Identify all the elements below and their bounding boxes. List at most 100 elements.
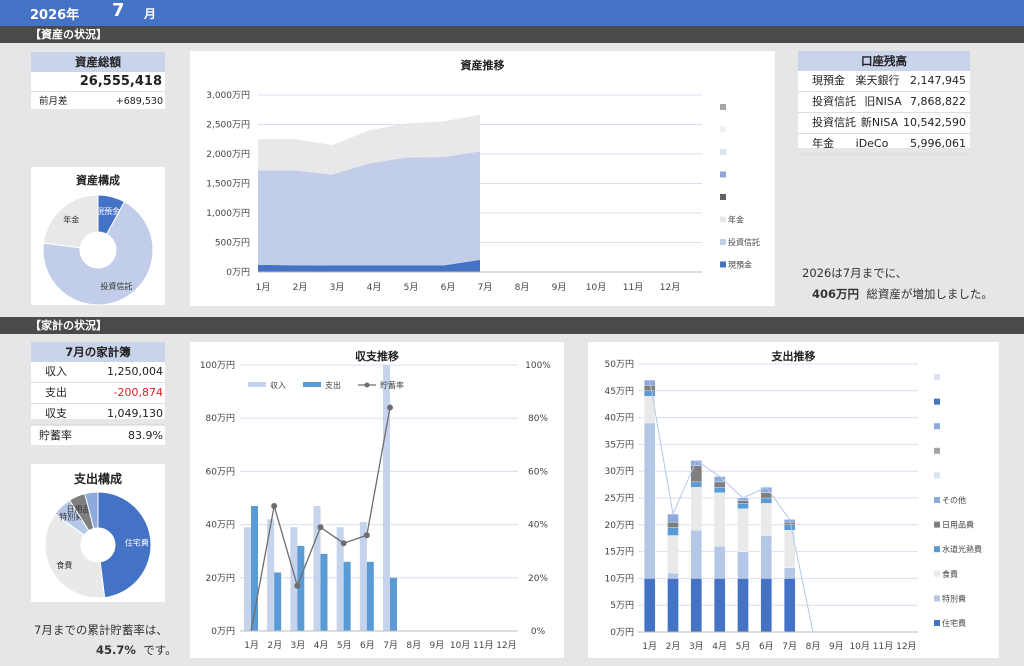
x-tick: 8月	[806, 641, 821, 652]
expense-segment	[784, 578, 796, 633]
expense-segment	[714, 476, 726, 483]
account-row: 投資信託 新NISA 10,542,590	[798, 113, 970, 134]
section-assets: 【資産の状況】	[0, 26, 1024, 43]
expense-composition-title: 支出構成	[73, 472, 122, 486]
expense-segment	[784, 524, 796, 531]
y-tick: 0万円	[226, 267, 250, 278]
legend-marker	[364, 382, 370, 388]
household-row: 支出 -200,874	[31, 383, 165, 404]
legend-swatch	[720, 126, 726, 133]
y-tick: 60万円	[206, 466, 235, 477]
y-tick: 3,000万円	[206, 90, 250, 101]
x-tick: 6月	[360, 640, 375, 651]
expense-pie-chart: 住宅費食費特別費日用品費	[44, 491, 152, 599]
account-name: 楽天銀行	[855, 74, 900, 87]
y2-tick: 40%	[528, 521, 548, 531]
legend-swatch	[720, 194, 726, 200]
x-tick: 9月	[430, 640, 445, 651]
expense-segment	[714, 546, 726, 579]
pie-label-0: 住宅費	[125, 538, 149, 548]
y2-tick: 0%	[531, 627, 546, 637]
y-tick: 10万円	[605, 573, 634, 584]
legend-swatch	[720, 171, 726, 178]
x-tick: 5月	[404, 282, 419, 293]
expense-segment	[760, 497, 772, 504]
expense-bar	[343, 561, 351, 631]
x-tick: 8月	[406, 640, 421, 651]
expense-segment	[644, 385, 656, 391]
y-tick: 20万円	[605, 520, 634, 531]
x-tick: 7月	[478, 282, 493, 293]
y-tick: 45万円	[605, 386, 634, 397]
legend-label: 貯蓄率	[380, 380, 404, 390]
account-amount: 5,996,061	[910, 137, 966, 150]
expense-segment	[737, 578, 749, 633]
section-household-title: 【家計の状況】	[30, 319, 107, 332]
expense-segment	[784, 567, 796, 579]
account-amount: 7,868,822	[910, 95, 966, 108]
x-tick: 4月	[712, 641, 727, 652]
account-amount: 2,147,945	[910, 74, 966, 87]
x-tick: 5月	[337, 640, 352, 651]
y-tick: 40万円	[206, 520, 235, 531]
legend-swatch	[934, 546, 940, 553]
expense-segment	[760, 492, 772, 499]
legend-label: その他	[942, 495, 966, 505]
legend-swatch	[934, 374, 940, 380]
y-tick: 1,500万円	[206, 179, 250, 190]
y-tick: 25万円	[605, 493, 634, 504]
expense-segment	[667, 521, 679, 528]
x-tick: 11月	[473, 640, 493, 651]
legend-swatch	[934, 595, 940, 602]
x-tick: 9月	[552, 282, 567, 293]
x-tick: 12月	[496, 640, 516, 651]
expense-segment	[644, 578, 656, 633]
legend-swatch	[934, 447, 940, 454]
year-label: 2026年	[30, 8, 80, 23]
expense-bar	[390, 577, 397, 631]
legend-swatch	[720, 261, 726, 268]
asset-pie-chart: 現預金投資信託 年金	[42, 194, 154, 306]
y-tick: 500万円	[215, 238, 250, 249]
household-row-value: 1,049,130	[107, 407, 163, 420]
asset-note-text: 総資産が増加しました。	[866, 287, 993, 301]
x-tick: 2月	[666, 641, 681, 652]
income-bar	[290, 527, 298, 631]
x-tick: 5月	[736, 641, 751, 652]
legend-swatch	[934, 423, 940, 430]
household-row-label: 支出	[45, 386, 67, 399]
expense-segment	[644, 390, 656, 397]
expense-segment	[737, 508, 749, 552]
legend-label: 収入	[270, 380, 286, 390]
asset-note-line1: 2026は7月までに、	[802, 266, 908, 280]
x-tick: 1月	[244, 640, 259, 651]
legend-label: 食費	[942, 569, 958, 579]
month-label: 月	[144, 7, 157, 21]
savings-rate-card: 貯蓄率 83.9%	[31, 426, 165, 445]
x-tick: 2月	[293, 282, 308, 293]
legend-label: 水道光熱費	[942, 544, 982, 554]
expense-segment	[714, 578, 726, 633]
expense-segment	[690, 530, 702, 579]
top-bar: 2026年 7 月	[0, 0, 1024, 26]
expense-segment	[714, 492, 726, 547]
expense-composition-card: 支出構成 住宅費 食費 特別費 日用品費	[31, 464, 165, 602]
asset-composition-title: 資産構成	[76, 174, 120, 187]
income-expense-card: 収支推移 0万円 0% 20万円 20% 40万円 40% 60万円 60% 80万円 80% 10…	[190, 342, 564, 658]
legend-swatch	[934, 472, 940, 479]
y-tick: 100万円	[200, 360, 235, 371]
expense-bar	[366, 561, 374, 631]
asset-trend-card: 資産推移 0万円 500万円 1,000万円 1,500万円 2,000万円 2,500万…	[190, 51, 775, 306]
savings-rate-row: 貯蓄率 83.9%	[31, 426, 165, 445]
pie-label-2: 年金	[63, 215, 79, 225]
savings-rate-point	[387, 404, 393, 411]
savings-rate-point	[294, 582, 301, 589]
savings-rate-label: 貯蓄率	[39, 429, 72, 442]
y-tick: 35万円	[605, 439, 634, 450]
y-tick: 30万円	[605, 466, 634, 477]
month-value: 7	[112, 0, 125, 21]
expense-trend-card: 支出推移 0万円 5万円 10万円 15万円 20万円 25万円 30万円 35万円 40万円 4…	[588, 342, 999, 658]
total-assets-diff-row: 前月差 +689,530	[31, 92, 165, 112]
expense-segment	[690, 481, 702, 488]
savings-rate-value: 83.9%	[128, 429, 163, 442]
